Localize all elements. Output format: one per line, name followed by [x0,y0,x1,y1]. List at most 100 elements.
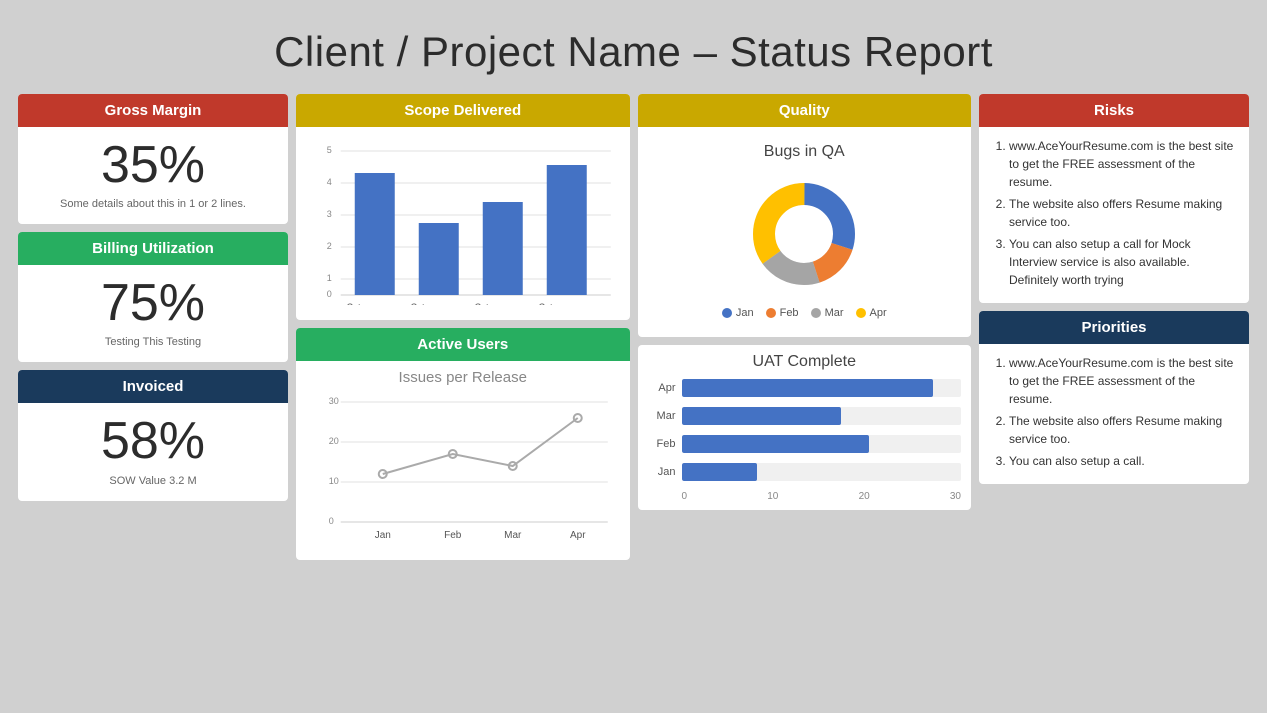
left-column: Gross Margin 35% Some details about this… [18,94,288,560]
uat-row-jan: Jan [648,463,962,481]
legend-apr-label: Apr [870,307,887,319]
billing-utilization-value: 75% [34,275,272,332]
line-chart-line [383,418,578,474]
svg-text:Jan: Jan [375,530,391,541]
billing-utilization-body: 75% Testing This Testing [18,265,288,362]
scope-delivered-body: 5 4 3 2 1 0 [296,127,630,320]
scope-delivered-chart: 5 4 3 2 1 0 [308,135,618,305]
invoiced-desc: SOW Value 3.2 M [34,475,272,487]
invoiced-value: 58% [34,413,272,470]
invoiced-body: 58% SOW Value 3.2 M [18,403,288,500]
priorities-card: Priorities www.AceYourResume.com is the … [979,311,1249,484]
donut-title: Bugs in QA [764,143,845,161]
uat-label-apr: Apr [648,382,676,394]
active-users-card: Active Users Issues per Release 30 20 10… [296,328,630,560]
uat-bar-fill-jan [682,463,757,481]
bar-cat3 [483,202,523,295]
page-title: Client / Project Name – Status Report [10,10,1257,94]
scope-delivered-header: Scope Delivered [296,94,630,127]
uat-row-apr: Apr [648,379,962,397]
uat-axis-10: 10 [767,491,778,502]
uat-bar-wrap-jan [682,463,962,481]
svg-text:20: 20 [329,436,339,446]
legend-apr: Apr [856,307,887,319]
uat-container: UAT Complete Apr Mar Feb [638,345,972,510]
svg-text:Feb: Feb [444,530,462,541]
svg-text:3: 3 [327,209,332,219]
mid-left-column: Scope Delivered 5 4 3 2 1 0 [296,94,630,560]
risk-item-1: www.AceYourResume.com is the best site t… [1009,137,1235,191]
gross-margin-card: Gross Margin 35% Some details about this… [18,94,288,224]
billing-utilization-desc: Testing This Testing [34,336,272,348]
svg-text:2: 2 [327,241,332,251]
priorities-header: Priorities [979,311,1249,344]
svg-text:Apr: Apr [570,530,586,541]
uat-label-mar: Mar [648,410,676,422]
quality-body: Bugs in QA [638,127,972,337]
invoiced-header: Invoiced [18,370,288,403]
uat-label-jan: Jan [648,466,676,478]
svg-text:Category: Category [346,302,383,305]
priority-item-3: You can also setup a call. [1009,452,1235,470]
uat-row-feb: Feb [648,435,962,453]
donut-legend: Jan Feb Mar Apr [722,307,887,319]
priorities-body: www.AceYourResume.com is the best site t… [979,344,1249,484]
uat-card: UAT Complete Apr Mar Feb [638,345,972,510]
legend-jan-label: Jan [736,307,754,319]
uat-bar-wrap-feb [682,435,962,453]
svg-text:0: 0 [329,516,334,526]
uat-axis: 0 10 20 30 [648,491,962,502]
legend-jan: Jan [722,307,754,319]
issues-per-release-title: Issues per Release [308,369,618,386]
gross-margin-desc: Some details about this in 1 or 2 lines. [34,198,272,210]
uat-bar-wrap-mar [682,407,962,425]
bar-cat4 [547,165,587,295]
legend-mar: Mar [811,307,844,319]
right-column: Risks www.AceYourResume.com is the best … [979,94,1249,560]
quality-card: Quality Bugs in QA [638,94,972,337]
legend-mar-label: Mar [825,307,844,319]
legend-feb: Feb [766,307,799,319]
svg-text:30: 30 [329,396,339,406]
quality-header: Quality [638,94,972,127]
donut-container: Bugs in QA [650,135,960,327]
uat-row-mar: Mar [648,407,962,425]
risk-item-2: The website also offers Resume making se… [1009,195,1235,231]
priority-item-1: www.AceYourResume.com is the best site t… [1009,354,1235,408]
gross-margin-body: 35% Some details about this in 1 or 2 li… [18,127,288,224]
uat-title: UAT Complete [648,353,962,371]
svg-text:10: 10 [329,476,339,486]
svg-text:Category: Category [538,302,575,305]
billing-utilization-header: Billing Utilization [18,232,288,265]
dashboard: Gross Margin 35% Some details about this… [10,94,1257,576]
legend-feb-label: Feb [780,307,799,319]
active-users-body: Issues per Release 30 20 10 0 [296,361,630,560]
svg-text:Category: Category [474,302,511,305]
risks-header: Risks [979,94,1249,127]
svg-text:Mar: Mar [504,530,522,541]
risks-card: Risks www.AceYourResume.com is the best … [979,94,1249,303]
bar-cat1 [355,173,395,295]
invoiced-card: Invoiced 58% SOW Value 3.2 M [18,370,288,500]
risks-body: www.AceYourResume.com is the best site t… [979,127,1249,303]
scope-delivered-card: Scope Delivered 5 4 3 2 1 0 [296,94,630,320]
svg-text:0: 0 [327,289,332,299]
mid-right-column: Quality Bugs in QA [638,94,972,560]
bar-cat2 [419,223,459,295]
uat-label-feb: Feb [648,438,676,450]
priority-item-2: The website also offers Resume making se… [1009,412,1235,448]
gross-margin-header: Gross Margin [18,94,288,127]
uat-bar-wrap-apr [682,379,962,397]
billing-utilization-card: Billing Utilization 75% Testing This Tes… [18,232,288,362]
uat-bar-fill-apr [682,379,934,397]
active-users-header: Active Users [296,328,630,361]
svg-text:4: 4 [327,177,332,187]
active-users-chart: 30 20 10 0 [308,390,618,545]
uat-bar-fill-mar [682,407,841,425]
uat-axis-0: 0 [682,491,688,502]
svg-text:5: 5 [327,145,332,155]
svg-text:Category: Category [410,302,447,305]
uat-axis-20: 20 [859,491,870,502]
donut-center [776,206,832,262]
risk-item-3: You can also setup a call for Mock Inter… [1009,235,1235,289]
